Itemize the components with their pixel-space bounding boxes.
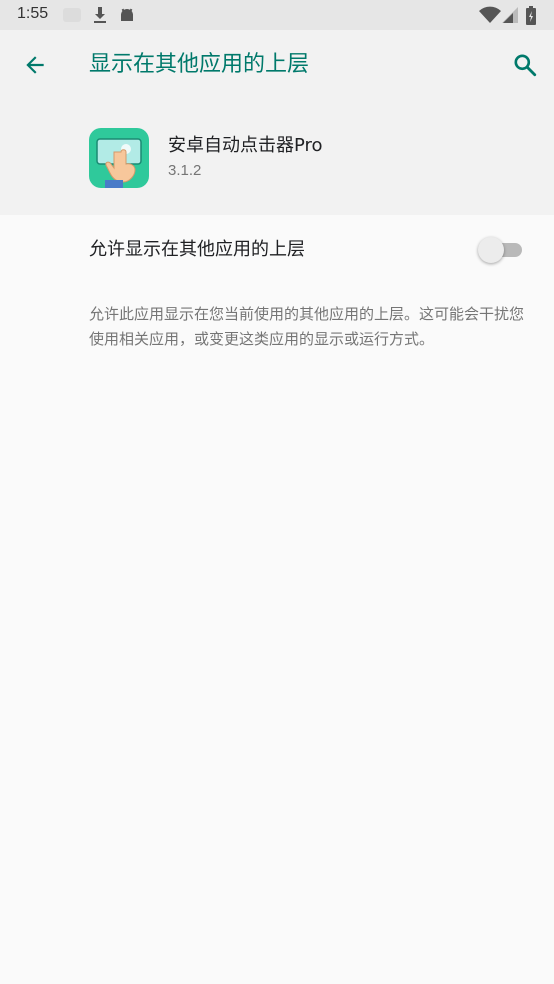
battery-icon (525, 6, 537, 30)
toolbar: 显示在其他应用的上层 (0, 30, 554, 100)
permission-description: 允许此应用显示在您当前使用的其他应用的上层。这可能会干扰您使用相关应用，或变更这… (89, 305, 525, 348)
search-button[interactable] (506, 46, 544, 84)
toggle-thumb (478, 237, 504, 263)
permission-setting-row[interactable]: 允许显示在其他应用的上层 (0, 215, 554, 285)
search-icon (514, 54, 537, 77)
app-version: 3.1.2 (168, 162, 202, 179)
back-button[interactable] (16, 46, 54, 84)
page-title: 显示在其他应用的上层 (89, 52, 310, 77)
notification-placeholder-icon (63, 8, 81, 22)
app-header: 安卓自动点击器Pro 3.1.2 (0, 100, 554, 215)
signal-icon (501, 6, 519, 28)
arrow-back-icon (26, 56, 44, 74)
download-icon (92, 6, 108, 28)
app-name: 安卓自动点击器Pro (168, 135, 323, 156)
wifi-icon (479, 6, 501, 28)
status-time: 1:55 (17, 5, 49, 22)
app-icon (89, 128, 149, 188)
android-icon (118, 6, 136, 28)
permission-label: 允许显示在其他应用的上层 (89, 239, 305, 260)
permission-toggle[interactable] (478, 237, 524, 263)
status-bar: 1:55 (0, 0, 554, 30)
